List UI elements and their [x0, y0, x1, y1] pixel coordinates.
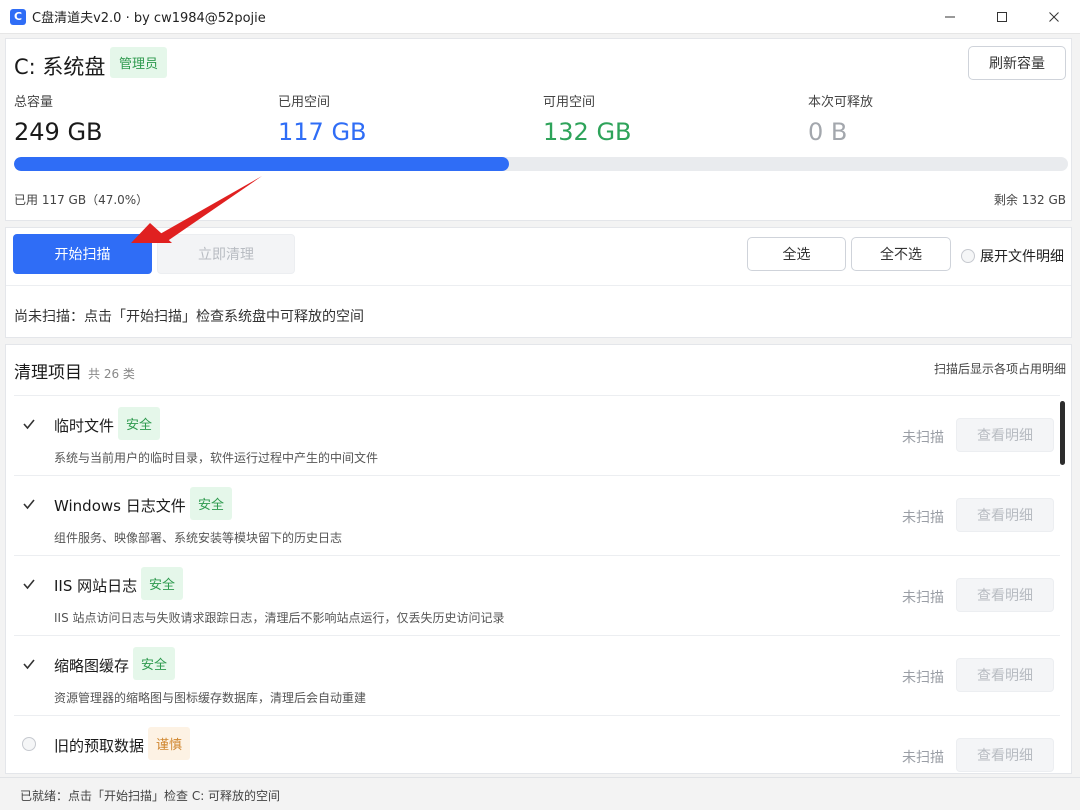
- minimize-button[interactable]: [924, 0, 976, 34]
- stat-total: 总容量 249 GB: [14, 91, 103, 146]
- maximize-icon: [997, 12, 1007, 22]
- view-details-button[interactable]: 查看明细: [956, 418, 1054, 452]
- start-scan-button[interactable]: 开始扫描: [13, 234, 152, 274]
- list-scrollbar[interactable]: [1060, 401, 1065, 465]
- list-right-note: 扫描后显示各项占用明细: [933, 362, 1066, 376]
- stat-free-value: 132 GB: [543, 118, 632, 146]
- item-status: 未扫描: [902, 430, 944, 446]
- divider: [6, 285, 1071, 286]
- view-details-button[interactable]: 查看明细: [956, 738, 1054, 772]
- close-icon: [1049, 12, 1059, 22]
- item-checkbox[interactable]: [22, 497, 36, 511]
- used-caption: 已用 117 GB（47.0%）: [14, 193, 149, 207]
- safety-tag: 安全: [141, 567, 184, 600]
- list-count: 共 26 类: [88, 367, 135, 381]
- refresh-capacity-button[interactable]: 刷新容量: [968, 46, 1066, 80]
- checkmark-icon: [23, 579, 35, 590]
- stat-total-label: 总容量: [14, 95, 54, 110]
- clean-now-button[interactable]: 立即清理: [157, 234, 295, 274]
- view-details-button[interactable]: 查看明细: [956, 658, 1054, 692]
- stat-used: 已用空间 117 GB: [278, 91, 367, 146]
- disk-usage-bar: [14, 157, 1068, 171]
- item-checkbox[interactable]: [22, 417, 36, 431]
- cleanup-items: 临时文件 安全 系统与当前用户的临时目录，软件运行过程中产生的中间文件 未扫描 …: [14, 396, 1060, 773]
- list-item: 旧的预取数据 谨慎 未扫描 查看明细: [14, 716, 1060, 773]
- view-details-button[interactable]: 查看明细: [956, 578, 1054, 612]
- checkmark-icon: [23, 419, 35, 430]
- list-header: 清理项目 共 26 类: [14, 358, 135, 383]
- stat-total-value: 249 GB: [14, 118, 103, 146]
- stat-releasable-label: 本次可释放: [808, 95, 874, 110]
- safety-tag: 谨慎: [148, 727, 191, 760]
- disk-title: C: 系统盘: [14, 55, 106, 79]
- list-item: 缩略图缓存 安全 资源管理器的缩略图与图标缓存数据库，清理后会自动重建 未扫描 …: [14, 636, 1060, 716]
- item-description: 资源管理器的缩略图与图标缓存数据库，清理后会自动重建: [54, 691, 367, 705]
- stat-used-label: 已用空间: [278, 95, 331, 110]
- item-description: 组件服务、映像部署、系统安装等模块留下的历史日志: [54, 531, 343, 545]
- window-controls: [924, 0, 1080, 34]
- list-title: 清理项目: [14, 363, 82, 383]
- item-status: 未扫描: [902, 670, 944, 686]
- item-description: IIS 站点访问日志与失败请求跟踪日志，清理后不影响站点运行，仅丢失历史访问记录: [54, 611, 505, 625]
- stat-used-value: 117 GB: [278, 118, 367, 146]
- item-status: 未扫描: [902, 590, 944, 606]
- safety-tag: 安全: [190, 487, 233, 520]
- select-all-button[interactable]: 全选: [747, 237, 846, 271]
- status-bar: 已就绪：点击「开始扫描」检查 C: 可释放的空间: [0, 777, 1080, 810]
- stat-free-label: 可用空间: [543, 95, 596, 110]
- cleanup-list-panel: 清理项目 共 26 类 扫描后显示各项占用明细 临时文件 安全 系统与当前用户的…: [5, 344, 1072, 774]
- list-item: IIS 网站日志 安全 IIS 站点访问日志与失败请求跟踪日志，清理后不影响站点…: [14, 556, 1060, 636]
- unchecked-circle-icon: [22, 737, 36, 751]
- item-checkbox[interactable]: [22, 737, 36, 751]
- expand-details-label: 展开文件明细: [980, 249, 1064, 265]
- disk-usage-fill: [14, 157, 510, 171]
- item-name: 临时文件: [54, 417, 115, 435]
- item-checkbox[interactable]: [22, 657, 36, 671]
- list-item: 临时文件 安全 系统与当前用户的临时目录，软件运行过程中产生的中间文件 未扫描 …: [14, 396, 1060, 476]
- checkmark-icon: [23, 499, 35, 510]
- item-checkbox[interactable]: [22, 577, 36, 591]
- status-text: 已就绪：点击「开始扫描」检查 C: 可释放的空间: [20, 789, 281, 803]
- scan-hint: 尚未扫描：点击「开始扫描」检查系统盘中可释放的空间: [14, 309, 364, 325]
- checkmark-icon: [23, 659, 35, 670]
- stat-free: 可用空间 132 GB: [543, 91, 632, 146]
- item-name: Windows 日志文件: [54, 497, 186, 515]
- minimize-icon: [945, 16, 955, 18]
- admin-badge: 管理员: [110, 47, 168, 78]
- item-name: 缩略图缓存: [54, 657, 130, 675]
- title-bar: C C盘清道夫v2.0 · by cw1984@52pojie: [0, 0, 1080, 34]
- window-title: C盘清道夫v2.0 · by cw1984@52pojie: [32, 11, 266, 26]
- item-description: 系统与当前用户的临时目录，软件运行过程中产生的中间文件: [54, 451, 379, 465]
- select-none-button[interactable]: 全不选: [851, 237, 951, 271]
- maximize-button[interactable]: [976, 0, 1028, 34]
- app-icon: C: [10, 8, 26, 25]
- safety-tag: 安全: [118, 407, 161, 440]
- list-item: Windows 日志文件 安全 组件服务、映像部署、系统安装等模块留下的历史日志…: [14, 476, 1060, 556]
- expand-details-radio[interactable]: [961, 249, 975, 263]
- view-details-button[interactable]: 查看明细: [956, 498, 1054, 532]
- stat-releasable-value: 0 B: [808, 118, 848, 146]
- item-status: 未扫描: [902, 750, 944, 766]
- item-name: IIS 网站日志: [54, 577, 138, 595]
- close-button[interactable]: [1028, 0, 1080, 34]
- item-status: 未扫描: [902, 510, 944, 526]
- stat-releasable: 本次可释放 0 B: [808, 91, 873, 146]
- item-name: 旧的预取数据: [54, 737, 145, 755]
- expand-details-toggle[interactable]: 展开文件明细: [961, 246, 1064, 266]
- safety-tag: 安全: [133, 647, 176, 680]
- free-caption: 剩余 132 GB: [993, 193, 1066, 207]
- action-panel: 开始扫描 立即清理 全选 全不选 展开文件明细 尚未扫描：点击「开始扫描」检查系…: [5, 227, 1072, 338]
- disk-info-panel: C: 系统盘 管理员 刷新容量 总容量 249 GB 已用空间 117 GB 可…: [5, 38, 1072, 221]
